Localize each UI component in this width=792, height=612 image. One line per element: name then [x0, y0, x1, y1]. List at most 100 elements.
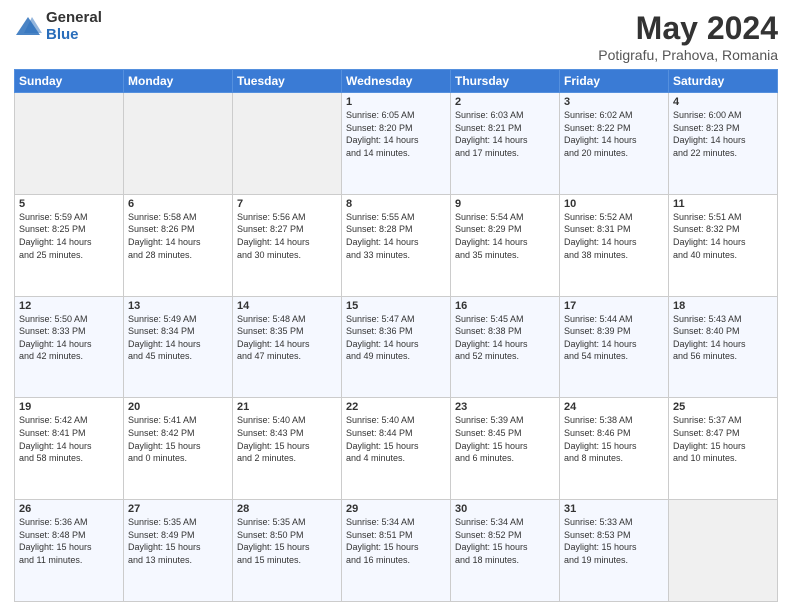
day-info: Sunrise: 6:02 AMSunset: 8:22 PMDaylight:…	[564, 109, 664, 159]
logo-blue-text: Blue	[46, 27, 102, 44]
table-row: 29Sunrise: 5:34 AMSunset: 8:51 PMDayligh…	[342, 500, 451, 602]
table-row: 20Sunrise: 5:41 AMSunset: 8:42 PMDayligh…	[124, 398, 233, 500]
table-row: 24Sunrise: 5:38 AMSunset: 8:46 PMDayligh…	[560, 398, 669, 500]
day-number: 16	[455, 300, 555, 312]
header: General Blue May 2024 Potigrafu, Prahova…	[14, 10, 778, 63]
day-number: 13	[128, 300, 228, 312]
table-row: 23Sunrise: 5:39 AMSunset: 8:45 PMDayligh…	[451, 398, 560, 500]
day-info: Sunrise: 5:35 AMSunset: 8:49 PMDaylight:…	[128, 516, 228, 566]
table-row: 19Sunrise: 5:42 AMSunset: 8:41 PMDayligh…	[15, 398, 124, 500]
day-number: 1	[346, 96, 446, 108]
table-row: 11Sunrise: 5:51 AMSunset: 8:32 PMDayligh…	[669, 194, 778, 296]
table-row: 7Sunrise: 5:56 AMSunset: 8:27 PMDaylight…	[233, 194, 342, 296]
day-info: Sunrise: 5:54 AMSunset: 8:29 PMDaylight:…	[455, 211, 555, 261]
table-row: 28Sunrise: 5:35 AMSunset: 8:50 PMDayligh…	[233, 500, 342, 602]
col-wednesday: Wednesday	[342, 70, 451, 93]
day-number: 19	[19, 401, 119, 413]
table-row: 9Sunrise: 5:54 AMSunset: 8:29 PMDaylight…	[451, 194, 560, 296]
day-number: 3	[564, 96, 664, 108]
table-row	[233, 93, 342, 195]
col-tuesday: Tuesday	[233, 70, 342, 93]
day-info: Sunrise: 6:00 AMSunset: 8:23 PMDaylight:…	[673, 109, 773, 159]
logo-general-text: General	[46, 10, 102, 27]
table-row	[15, 93, 124, 195]
day-info: Sunrise: 6:03 AMSunset: 8:21 PMDaylight:…	[455, 109, 555, 159]
calendar-week-1: 1Sunrise: 6:05 AMSunset: 8:20 PMDaylight…	[15, 93, 778, 195]
table-row: 2Sunrise: 6:03 AMSunset: 8:21 PMDaylight…	[451, 93, 560, 195]
day-info: Sunrise: 5:34 AMSunset: 8:51 PMDaylight:…	[346, 516, 446, 566]
col-sunday: Sunday	[15, 70, 124, 93]
calendar-header-row: Sunday Monday Tuesday Wednesday Thursday…	[15, 70, 778, 93]
day-number: 20	[128, 401, 228, 413]
table-row: 3Sunrise: 6:02 AMSunset: 8:22 PMDaylight…	[560, 93, 669, 195]
day-number: 31	[564, 503, 664, 515]
day-number: 29	[346, 503, 446, 515]
day-info: Sunrise: 5:56 AMSunset: 8:27 PMDaylight:…	[237, 211, 337, 261]
calendar-week-4: 19Sunrise: 5:42 AMSunset: 8:41 PMDayligh…	[15, 398, 778, 500]
day-info: Sunrise: 5:50 AMSunset: 8:33 PMDaylight:…	[19, 313, 119, 363]
day-number: 6	[128, 198, 228, 210]
table-row: 1Sunrise: 6:05 AMSunset: 8:20 PMDaylight…	[342, 93, 451, 195]
day-info: Sunrise: 5:38 AMSunset: 8:46 PMDaylight:…	[564, 414, 664, 464]
day-info: Sunrise: 5:59 AMSunset: 8:25 PMDaylight:…	[19, 211, 119, 261]
day-number: 25	[673, 401, 773, 413]
day-info: Sunrise: 5:47 AMSunset: 8:36 PMDaylight:…	[346, 313, 446, 363]
day-number: 27	[128, 503, 228, 515]
calendar-week-2: 5Sunrise: 5:59 AMSunset: 8:25 PMDaylight…	[15, 194, 778, 296]
day-info: Sunrise: 5:37 AMSunset: 8:47 PMDaylight:…	[673, 414, 773, 464]
table-row: 12Sunrise: 5:50 AMSunset: 8:33 PMDayligh…	[15, 296, 124, 398]
table-row: 4Sunrise: 6:00 AMSunset: 8:23 PMDaylight…	[669, 93, 778, 195]
day-number: 22	[346, 401, 446, 413]
day-info: Sunrise: 5:42 AMSunset: 8:41 PMDaylight:…	[19, 414, 119, 464]
table-row: 18Sunrise: 5:43 AMSunset: 8:40 PMDayligh…	[669, 296, 778, 398]
table-row: 31Sunrise: 5:33 AMSunset: 8:53 PMDayligh…	[560, 500, 669, 602]
day-info: Sunrise: 5:44 AMSunset: 8:39 PMDaylight:…	[564, 313, 664, 363]
calendar-week-5: 26Sunrise: 5:36 AMSunset: 8:48 PMDayligh…	[15, 500, 778, 602]
col-thursday: Thursday	[451, 70, 560, 93]
logo-icon	[14, 13, 42, 41]
day-info: Sunrise: 5:45 AMSunset: 8:38 PMDaylight:…	[455, 313, 555, 363]
day-number: 15	[346, 300, 446, 312]
day-info: Sunrise: 5:41 AMSunset: 8:42 PMDaylight:…	[128, 414, 228, 464]
day-info: Sunrise: 5:33 AMSunset: 8:53 PMDaylight:…	[564, 516, 664, 566]
page: General Blue May 2024 Potigrafu, Prahova…	[0, 0, 792, 612]
day-number: 28	[237, 503, 337, 515]
table-row: 13Sunrise: 5:49 AMSunset: 8:34 PMDayligh…	[124, 296, 233, 398]
day-info: Sunrise: 6:05 AMSunset: 8:20 PMDaylight:…	[346, 109, 446, 159]
day-number: 5	[19, 198, 119, 210]
table-row: 8Sunrise: 5:55 AMSunset: 8:28 PMDaylight…	[342, 194, 451, 296]
day-info: Sunrise: 5:34 AMSunset: 8:52 PMDaylight:…	[455, 516, 555, 566]
day-info: Sunrise: 5:52 AMSunset: 8:31 PMDaylight:…	[564, 211, 664, 261]
table-row: 26Sunrise: 5:36 AMSunset: 8:48 PMDayligh…	[15, 500, 124, 602]
col-saturday: Saturday	[669, 70, 778, 93]
table-row: 17Sunrise: 5:44 AMSunset: 8:39 PMDayligh…	[560, 296, 669, 398]
logo-text: General Blue	[46, 10, 102, 43]
day-number: 21	[237, 401, 337, 413]
day-info: Sunrise: 5:40 AMSunset: 8:44 PMDaylight:…	[346, 414, 446, 464]
day-number: 18	[673, 300, 773, 312]
table-row: 30Sunrise: 5:34 AMSunset: 8:52 PMDayligh…	[451, 500, 560, 602]
day-info: Sunrise: 5:43 AMSunset: 8:40 PMDaylight:…	[673, 313, 773, 363]
day-info: Sunrise: 5:48 AMSunset: 8:35 PMDaylight:…	[237, 313, 337, 363]
table-row: 5Sunrise: 5:59 AMSunset: 8:25 PMDaylight…	[15, 194, 124, 296]
day-number: 9	[455, 198, 555, 210]
title-location: Potigrafu, Prahova, Romania	[598, 47, 778, 63]
day-number: 24	[564, 401, 664, 413]
calendar-table: Sunday Monday Tuesday Wednesday Thursday…	[14, 69, 778, 602]
day-info: Sunrise: 5:51 AMSunset: 8:32 PMDaylight:…	[673, 211, 773, 261]
day-number: 17	[564, 300, 664, 312]
day-number: 7	[237, 198, 337, 210]
table-row	[669, 500, 778, 602]
day-number: 26	[19, 503, 119, 515]
day-number: 14	[237, 300, 337, 312]
day-number: 30	[455, 503, 555, 515]
table-row	[124, 93, 233, 195]
day-number: 11	[673, 198, 773, 210]
table-row: 14Sunrise: 5:48 AMSunset: 8:35 PMDayligh…	[233, 296, 342, 398]
table-row: 25Sunrise: 5:37 AMSunset: 8:47 PMDayligh…	[669, 398, 778, 500]
day-info: Sunrise: 5:35 AMSunset: 8:50 PMDaylight:…	[237, 516, 337, 566]
day-number: 12	[19, 300, 119, 312]
table-row: 22Sunrise: 5:40 AMSunset: 8:44 PMDayligh…	[342, 398, 451, 500]
day-info: Sunrise: 5:40 AMSunset: 8:43 PMDaylight:…	[237, 414, 337, 464]
day-info: Sunrise: 5:55 AMSunset: 8:28 PMDaylight:…	[346, 211, 446, 261]
